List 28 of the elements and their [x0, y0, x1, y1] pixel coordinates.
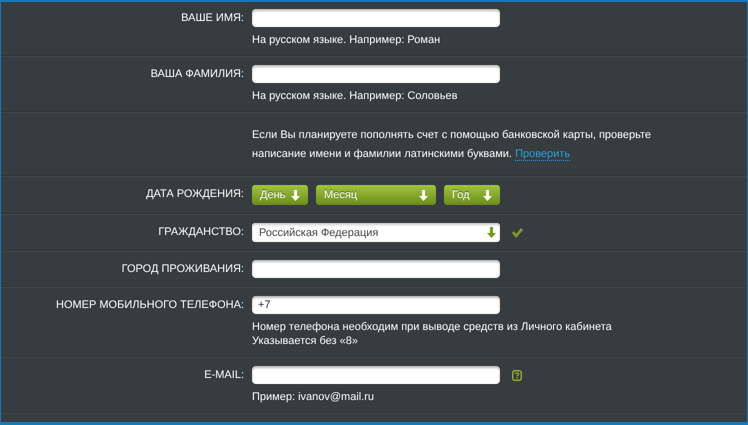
- arrow-down-icon: [291, 190, 300, 200]
- hint-text: Номер телефона необходим при выводе средств из Личного кабинета: [252, 320, 613, 334]
- field-label: ГОРОД ПРОЖИВАНИЯ:: [120, 262, 244, 277]
- field-label: ДАТА РОЖДЕНИЯ:: [145, 187, 244, 202]
- input-field[interactable]: [252, 366, 500, 384]
- date-dropdown[interactable]: День: [252, 185, 308, 205]
- hint-text: Указывается без «8»: [252, 334, 360, 348]
- input-field[interactable]: +7: [252, 296, 500, 314]
- check-link[interactable]: Проверить: [515, 148, 570, 161]
- input-field[interactable]: [252, 65, 500, 83]
- field-label: E-MAIL:: [203, 368, 244, 383]
- input-field[interactable]: [252, 260, 500, 278]
- field-label: ГРАЖДАНСТВО:: [157, 225, 244, 240]
- date-dropdown[interactable]: Год: [444, 185, 500, 205]
- citizenship-dropdown[interactable]: Российская Федерация: [252, 223, 500, 242]
- field-label: НОМЕР МОБИЛЬНОГО ТЕЛЕФОНА:: [55, 298, 244, 313]
- info-text: Если Вы планируете пополнять счет с помощью банковской карты, проверьте написание имени и фамилии латинскими буквами. Проверить: [252, 128, 652, 163]
- help-icon[interactable]: [512, 370, 522, 380]
- hint-text: На русском языке. Например: Соловьев: [252, 89, 458, 103]
- arrow-down-icon: [487, 227, 496, 238]
- field-label: ВАШЕ ИМЯ:: [180, 11, 244, 26]
- hint-text: На русском языке. Например: Роман: [252, 33, 442, 47]
- date-dropdown[interactable]: Месяц: [316, 185, 436, 205]
- field-label: ВАША ФАМИЛИЯ:: [150, 67, 244, 82]
- hint-text: Пример: ivanov@mail.ru: [252, 390, 376, 404]
- arrow-down-icon: [419, 190, 428, 200]
- input-field[interactable]: [252, 9, 500, 27]
- arrow-down-icon: [483, 190, 492, 200]
